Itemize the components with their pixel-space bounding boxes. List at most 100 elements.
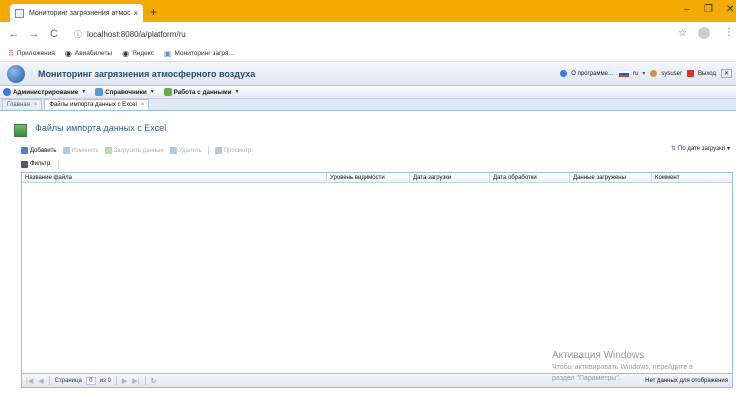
menu-data-work[interactable]: Работа с данными ▼	[163, 88, 239, 96]
toolbar-separator	[207, 146, 209, 155]
bookmark-star-icon[interactable]: ☆	[678, 28, 687, 39]
excel-icon	[14, 124, 27, 137]
column-data-loaded[interactable]: Данные загружены	[570, 173, 652, 183]
button-label: Удалить	[178, 147, 202, 154]
logout-button[interactable]: Выход	[698, 71, 716, 77]
add-button[interactable]: Добавить	[21, 147, 57, 154]
delete-icon	[169, 147, 177, 154]
back-icon[interactable]: ←	[8, 28, 20, 40]
tab-home[interactable]: Главная ×	[2, 99, 43, 110]
apps-icon: ⠿	[8, 49, 14, 58]
profile-avatar[interactable]	[698, 27, 710, 39]
filter-icon	[21, 160, 28, 168]
button-label: Просмотр	[223, 147, 252, 154]
close-window-icon[interactable]: ✕	[726, 4, 734, 15]
page-favicon-icon	[15, 8, 24, 18]
app-logo	[7, 65, 25, 83]
page-label: Страница	[54, 377, 82, 384]
view-icon	[214, 147, 222, 154]
browser-tab[interactable]: Мониторинг загрязнения атмос ×	[10, 4, 143, 22]
address-bar[interactable]: localhost:8080/a/platform/ru	[87, 30, 186, 39]
close-icon[interactable]: ×	[141, 102, 145, 108]
book-icon	[95, 88, 104, 96]
chevron-down-icon: ▾	[642, 71, 646, 77]
column-comment[interactable]: Коммент	[652, 173, 734, 183]
button-label: Загрузить данные	[113, 147, 164, 154]
globe-icon: ◉	[64, 49, 72, 58]
app-tabs: Главная × Файлы импорта данных с Excel ×	[0, 99, 736, 111]
page-icon: ▣	[163, 49, 172, 58]
tab-excel-import-files[interactable]: Файлы импорта данных с Excel ×	[44, 99, 150, 110]
filter-bar: Фильтр	[21, 159, 65, 169]
delete-button[interactable]: Удалить	[169, 147, 202, 154]
page-input[interactable]: 0	[85, 376, 96, 385]
globe-icon: ◉	[122, 49, 130, 58]
column-visibility[interactable]: Уровень видимости	[327, 173, 410, 183]
prev-page-icon[interactable]: ◀	[38, 377, 43, 385]
forward-icon[interactable]: →	[28, 28, 40, 40]
main-menu: Администрирование ▼ Справочники ▼ Работа…	[0, 86, 736, 99]
bookmark-monitoring[interactable]: ▣ Мониторинг загря...	[164, 49, 234, 58]
panel-header: Файлы импорта данных с Excel	[14, 118, 166, 137]
pager-separator	[48, 376, 50, 385]
browser-menu-icon[interactable]: ⋮	[724, 27, 734, 38]
app-header: Мониторинг загрязнения атмосферного возд…	[0, 62, 736, 86]
admin-icon	[3, 88, 11, 96]
bookmark-aviabilety[interactable]: ◉ Авиабилеты	[65, 49, 112, 58]
menu-directories[interactable]: Справочники ▼	[95, 88, 155, 96]
column-file-name[interactable]: Название файла	[22, 173, 327, 183]
menu-label: Справочники	[105, 88, 147, 96]
reload-icon[interactable]: C	[48, 28, 60, 40]
browser-tab-strip: Мониторинг загрязнения атмос × + – ❐ ✕	[0, 0, 736, 22]
close-icon[interactable]: ✕	[720, 69, 732, 78]
user-icon	[650, 70, 658, 77]
filter-button[interactable]: Фильтр	[21, 160, 50, 168]
site-info-icon[interactable]: ⓘ	[74, 29, 82, 40]
info-icon	[560, 70, 568, 77]
tab-label: Главная	[7, 102, 30, 108]
edit-button[interactable]: Изменить	[62, 147, 99, 154]
browser-nav-bar: ← → C ⓘ localhost:8080/a/platform/ru ☆ ⋮	[0, 22, 736, 46]
sort-button[interactable]: ⇅ По дате загрузки ▾	[670, 145, 730, 153]
windows-watermark-line: Чтобы активировать Windows, перейдите в	[552, 364, 693, 371]
view-button[interactable]: Просмотр	[214, 147, 252, 154]
menu-label: Администрирование	[13, 88, 79, 96]
last-page-icon[interactable]: ▶|	[132, 377, 139, 385]
language-selector[interactable]: ru	[633, 71, 638, 77]
column-upload-date[interactable]: Дата загрузки	[410, 173, 490, 183]
new-tab-button[interactable]: +	[150, 5, 157, 19]
bookmark-apps[interactable]: ⠿ Приложения	[8, 49, 55, 58]
app-title: Мониторинг загрязнения атмосферного возд…	[38, 69, 256, 79]
next-page-icon[interactable]: ▶	[122, 377, 127, 385]
menu-administration[interactable]: Администрирование ▼	[3, 88, 86, 96]
first-page-icon[interactable]: |◀	[26, 377, 33, 385]
maximize-icon[interactable]: ❐	[704, 4, 713, 15]
bookmark-yandex[interactable]: ◉ Яндекс	[122, 49, 154, 58]
chevron-down-icon: ▼	[81, 89, 87, 95]
load-data-button[interactable]: Загрузить данные	[104, 147, 164, 154]
toolbar-separator	[58, 159, 60, 169]
about-link[interactable]: О программе...	[571, 71, 613, 77]
close-icon[interactable]: ×	[34, 102, 38, 108]
windows-watermark-line: раздел "Параметры".	[552, 375, 621, 382]
chevron-down-icon: ▼	[149, 89, 155, 95]
sort-icon: ⇅	[670, 146, 676, 152]
button-label: По дате загрузки	[678, 145, 725, 152]
bookmarks-bar: ⠿ Приложения ◉ Авиабилеты ◉ Яндекс ▣ Мон…	[0, 46, 736, 62]
bookmark-label: Приложения	[16, 50, 55, 57]
minimize-icon[interactable]: –	[684, 4, 690, 15]
column-processing-date[interactable]: Дата обработки	[490, 173, 570, 183]
logout-icon	[687, 70, 695, 77]
data-icon	[163, 88, 172, 96]
user-name: sysuser	[661, 70, 683, 77]
refresh-icon[interactable]: ↻	[151, 377, 157, 385]
page-count: из 0	[99, 377, 111, 384]
tab-label: Файлы импорта данных с Excel	[49, 102, 137, 108]
page-title: Файлы импорта данных с Excel	[35, 122, 167, 133]
load-icon	[104, 147, 112, 154]
button-label: Изменить	[71, 147, 99, 154]
menu-label: Работа с данными	[173, 88, 232, 96]
add-icon	[21, 147, 28, 154]
close-tab-icon[interactable]: ×	[133, 9, 138, 18]
header-actions: О программе... ru ▾ sysuser Выход ✕	[556, 69, 732, 78]
